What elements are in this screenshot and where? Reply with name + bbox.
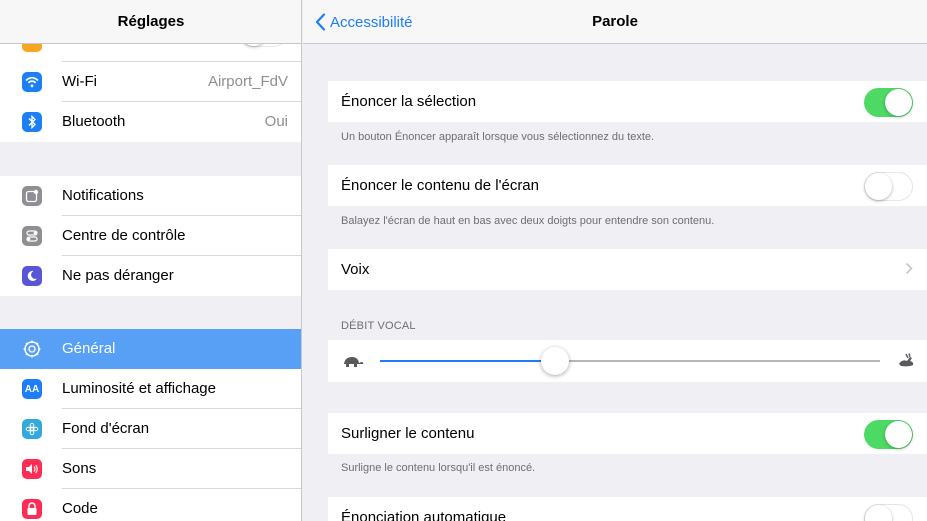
control-center-icon [22, 226, 42, 246]
settings-sidebar: Réglages Wi-Fi Airport_FdV Bluetooth Oui… [0, 0, 302, 521]
sidebar-item-label: Ne pas déranger [62, 267, 174, 284]
speak-selection-footer: Un bouton Énoncer apparaît lorsque vous … [341, 131, 655, 143]
speak-selection-label: Énoncer la sélection [341, 93, 477, 110]
gear-icon [22, 339, 42, 359]
speaker-icon [22, 459, 42, 479]
voices-label: Voix [341, 261, 370, 278]
speak-selection-toggle[interactable] [864, 88, 913, 117]
hare-icon [899, 353, 914, 367]
speak-screen-footer: Balayez l'écran de haut en bas avec deux… [341, 215, 715, 227]
sidebar-item-code[interactable]: Code [0, 489, 301, 521]
sidebar-item-label: Fond d'écran [62, 420, 150, 437]
sidebar-item-do-not-disturb[interactable]: Ne pas déranger [0, 256, 301, 296]
speak-selection-cell: Énoncer la sélection [328, 81, 927, 122]
sidebar-item-label: Bluetooth [62, 113, 126, 130]
moon-icon [22, 266, 42, 286]
auto-speech-label: Énonciation automatique [341, 509, 507, 521]
sidebar-item-label: Notifications [62, 187, 144, 204]
speak-screen-cell: Énoncer le contenu de l'écran [328, 165, 927, 206]
sidebar-title: Réglages [117, 13, 185, 30]
speaking-rate-cell [328, 340, 927, 382]
highlight-content-footer: Surligne le contenu lorsqu'il est énoncé… [341, 462, 536, 474]
bluetooth-icon [22, 112, 42, 132]
wifi-network-value: Airport_FdV [207, 73, 288, 90]
sidebar-item-general[interactable]: Général [0, 329, 301, 369]
turtle-icon [344, 357, 364, 367]
detail-header: Accessibilité Parole [303, 0, 927, 44]
sidebar-item-control-center[interactable]: Centre de contrôle [0, 216, 301, 256]
speaking-rate-slider-thumb[interactable] [541, 347, 569, 375]
auto-speech-cell: Énonciation automatique [328, 497, 927, 521]
sidebar-header: Réglages [0, 0, 301, 44]
speaking-rate-fill [380, 360, 555, 362]
sidebar-item-wallpaper[interactable]: Fond d'écran [0, 409, 301, 449]
voices-cell[interactable]: Voix [328, 249, 927, 290]
sidebar-item-label: Luminosité et affichage [62, 380, 216, 397]
sidebar-item-label: Sons [62, 460, 97, 477]
lock-icon [22, 499, 42, 519]
highlight-content-toggle[interactable] [864, 420, 913, 449]
sidebar-item-bluetooth[interactable]: Bluetooth Oui [0, 102, 301, 142]
sidebar-item-sounds[interactable]: Sons [0, 449, 301, 489]
sidebar-item-notifications[interactable]: Notifications [0, 176, 301, 216]
sidebar-item-label: Wi-Fi [62, 73, 97, 90]
speaking-rate-header: DÉBIT VOCAL [341, 320, 416, 332]
wifi-icon [22, 72, 42, 92]
page-title: Parole [592, 13, 638, 30]
sidebar-item-display[interactable]: AA Luminosité et affichage [0, 369, 301, 409]
sidebar-item-label: Centre de contrôle [62, 227, 186, 244]
wallpaper-icon [22, 419, 42, 439]
speech-detail-pane: Accessibilité Parole Énoncer la sélectio… [303, 0, 927, 521]
highlight-content-label: Surligner le contenu [341, 425, 475, 442]
speak-screen-toggle[interactable] [864, 172, 913, 201]
highlight-content-cell: Surligner le contenu [328, 413, 927, 454]
sidebar-item-label: Général [62, 340, 116, 357]
speak-screen-label: Énoncer le contenu de l'écran [341, 177, 539, 194]
sidebar-item-wifi[interactable]: Wi-Fi Airport_FdV [0, 62, 301, 102]
display-icon: AA [22, 379, 42, 399]
notifications-icon [22, 186, 42, 206]
bluetooth-status-value: Oui [264, 113, 288, 130]
auto-speech-toggle[interactable] [864, 504, 913, 521]
chevron-right-icon [905, 262, 913, 275]
sidebar-item-label: Code [62, 500, 98, 517]
